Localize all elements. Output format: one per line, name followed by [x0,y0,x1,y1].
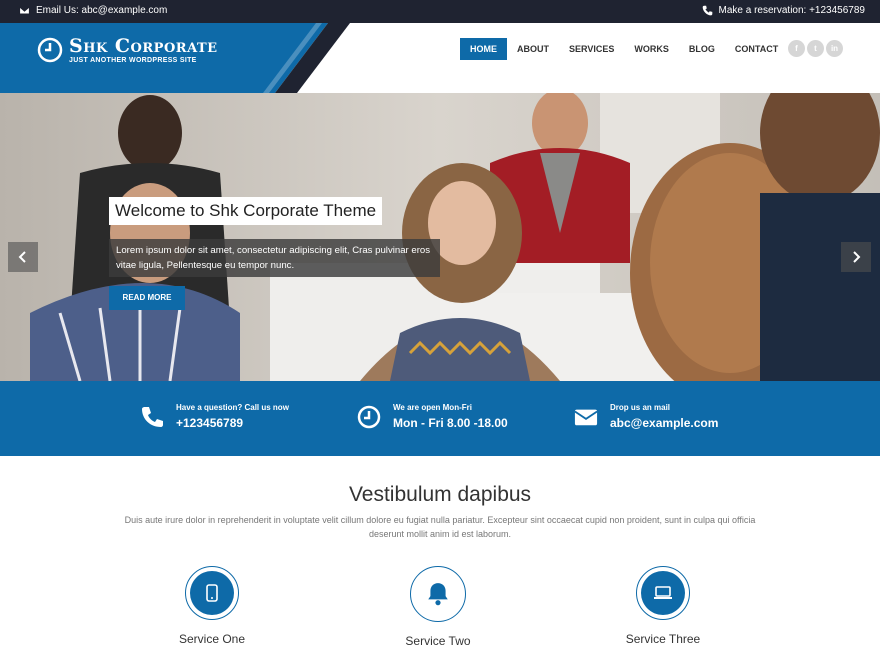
twitter-icon[interactable]: t [807,40,824,57]
phone-icon [702,5,712,16]
chevron-left-icon [18,251,26,263]
info-hours-value: Mon - Fri 8.00 -18.00 [393,416,508,430]
info-call-value: +123456789 [176,416,244,430]
service-three[interactable]: Service Three [583,566,743,646]
slider-next-button[interactable] [841,242,871,272]
site-header: Shk Corporate JUST ANOTHER WORDPRESS SIT… [0,23,880,93]
chevron-right-icon [853,251,861,263]
site-logo[interactable]: Shk Corporate JUST ANOTHER WORDPRESS SIT… [37,36,218,64]
service-three-label: Service Three [625,632,701,646]
service-one-label: Service One [178,632,246,646]
clock-icon [357,405,381,428]
nav-services[interactable]: SERVICES [559,38,624,60]
service-one-icon-ring [185,566,239,620]
site-tagline: JUST ANOTHER WORDPRESS SITE [69,57,197,64]
service-one[interactable]: Service One [132,566,292,646]
main-nav: HOME ABOUT SERVICES WORKS BLOG CONTACT [460,38,788,60]
clock-logo-icon [37,37,63,63]
bell-icon [428,583,448,606]
top-bar: Email Us: abc@example.com Make a reserva… [0,0,880,23]
nav-blog[interactable]: BLOG [679,38,725,60]
envelope-icon [19,6,30,15]
hero-caption-text: Lorem ipsum dolor sit amet, consectetur … [109,239,440,277]
info-mail-label: Drop us an mail [610,403,671,412]
phone-icon [142,406,163,427]
nav-home[interactable]: HOME [460,38,507,60]
social-links: f t in [788,40,843,57]
topbar-email[interactable]: Email Us: abc@example.com [19,5,167,16]
service-two-label: Service Two [405,634,471,648]
topbar-email-text: Email Us: abc@example.com [36,5,168,16]
hero-caption-title: Welcome to Shk Corporate Theme [109,197,383,225]
section-title: Vestibulum dapibus [348,483,532,506]
info-hours-label: We are open Mon-Fri [393,403,472,412]
laptop-icon [654,586,672,599]
linkedin-icon[interactable]: in [826,40,843,57]
hero-photo [0,93,880,381]
service-two-icon-ring [410,566,466,622]
topbar-reservation[interactable]: Make a reservation: +123456789 [702,5,866,16]
service-three-icon-ring [636,566,690,620]
nav-contact[interactable]: CONTACT [725,38,788,60]
info-call-label: Have a question? Call us now [176,403,289,412]
info-hours: We are open Mon-Fri Mon - Fri 8.00 -18.0… [357,403,508,430]
read-more-button[interactable]: READ MORE [109,286,185,310]
service-two[interactable]: Service Two [358,566,518,648]
section-text: Duis aute irure dolor in reprehenderit i… [124,515,756,539]
slider-prev-button[interactable] [8,242,38,272]
site-title: Shk Corporate [69,35,218,57]
info-mail-value: abc@example.com [610,416,719,430]
envelope-icon [574,409,598,425]
hero-slider: Welcome to Shk Corporate Theme Lorem ips… [0,93,880,381]
info-mail: Drop us an mail abc@example.com [574,403,718,430]
nav-works[interactable]: WORKS [624,38,679,60]
info-call: Have a question? Call us now +123456789 [140,403,289,430]
topbar-reservation-text: Make a reservation: +123456789 [718,5,866,16]
info-bar: Have a question? Call us now +123456789 … [0,381,880,456]
mobile-icon [206,584,218,602]
facebook-icon[interactable]: f [788,40,805,57]
nav-about[interactable]: ABOUT [507,38,559,60]
